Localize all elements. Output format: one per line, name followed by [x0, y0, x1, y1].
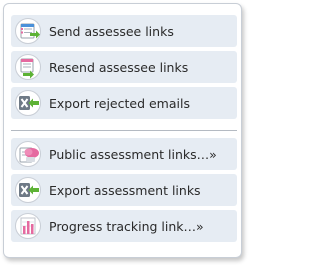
menu-item-label: Progress tracking link…» [49, 218, 204, 234]
public-assessment-links-item[interactable]: Public assessment links…» [11, 138, 237, 170]
export-rejected-emails-item[interactable]: Export rejected emails [11, 87, 237, 119]
menu-item-label: Resend assessee links [49, 59, 189, 75]
action-menu: Send assessee links Resend assessee link… [3, 3, 242, 258]
send-assessee-links-item[interactable]: Send assessee links [11, 15, 237, 47]
menu-divider [11, 130, 237, 131]
progress-chart-icon [14, 212, 42, 240]
export-excel-icon [14, 89, 42, 117]
public-links-icon [14, 140, 42, 168]
export-excel-icon [14, 176, 42, 204]
resend-assessee-links-item[interactable]: Resend assessee links [11, 51, 237, 83]
export-assessment-links-item[interactable]: Export assessment links [11, 174, 237, 206]
menu-item-label: Export assessment links [49, 182, 201, 198]
resend-links-icon [14, 53, 42, 81]
menu-item-label: Export rejected emails [49, 95, 190, 111]
send-links-icon [14, 17, 42, 45]
progress-tracking-link-item[interactable]: Progress tracking link…» [11, 210, 237, 242]
menu-item-label: Public assessment links…» [49, 146, 217, 162]
menu-item-label: Send assessee links [49, 23, 174, 39]
